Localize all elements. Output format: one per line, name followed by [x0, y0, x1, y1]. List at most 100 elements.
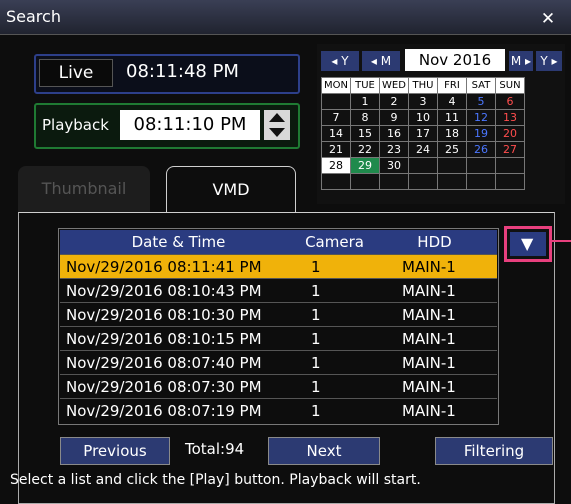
weekday-header: FRI — [437, 77, 467, 94]
calendar-day — [466, 157, 496, 174]
calendar-day[interactable]: 20 — [495, 125, 525, 142]
calendar-day[interactable]: 24 — [408, 141, 438, 158]
playback-time-stepper[interactable] — [264, 110, 290, 140]
table-row[interactable]: Nov/29/2016 08:07:19 PM 1 MAIN-1 — [60, 398, 497, 422]
calendar-day[interactable]: 30 — [379, 157, 409, 174]
calendar-day[interactable]: 7 — [321, 109, 351, 126]
calendar-day — [350, 173, 380, 190]
table-row[interactable]: Nov/29/2016 08:07:40 PM 1 MAIN-1 — [60, 350, 497, 375]
calendar-day — [321, 173, 351, 190]
calendar-day[interactable]: 14 — [321, 125, 351, 142]
calendar-day[interactable]: 9 — [379, 109, 409, 126]
close-icon[interactable]: ✕ — [538, 10, 558, 28]
calendar-day[interactable]: 18 — [437, 125, 467, 142]
next-year-button[interactable]: Y ▸ — [536, 51, 562, 71]
calendar-day — [466, 173, 496, 190]
calendar-day — [437, 157, 467, 174]
calendar-day[interactable]: 28 — [321, 157, 351, 174]
cell-camera: 1 — [297, 350, 372, 375]
tab-vmd[interactable]: VMD — [166, 166, 296, 213]
calendar-day[interactable]: 8 — [350, 109, 380, 126]
table-row[interactable]: Nov/29/2016 08:10:15 PM 1 MAIN-1 — [60, 326, 497, 351]
cell-camera: 1 — [297, 254, 372, 279]
calendar-day[interactable]: 13 — [495, 109, 525, 126]
event-list: Date & Time Camera HDD Nov/29/2016 08:11… — [60, 230, 497, 422]
cell-hdd: MAIN-1 — [372, 326, 497, 351]
weekday-header: SAT — [466, 77, 496, 94]
calendar-day — [495, 157, 525, 174]
chevron-down-icon: ▼ — [521, 234, 534, 253]
prev-month-button[interactable]: ◂ M — [362, 51, 400, 71]
calendar-day[interactable]: 16 — [379, 125, 409, 142]
weekday-header: TUE — [350, 77, 380, 94]
calendar-day[interactable]: 19 — [466, 125, 496, 142]
calendar-day — [408, 173, 438, 190]
calendar-day[interactable]: 6 — [495, 93, 525, 110]
calendar-day[interactable]: 15 — [350, 125, 380, 142]
previous-button[interactable]: Previous — [60, 437, 170, 465]
cell-hdd: MAIN-1 — [372, 302, 497, 327]
stepper-up-icon[interactable] — [269, 113, 285, 122]
cell-date-time: Nov/29/2016 08:10:30 PM — [60, 302, 297, 327]
live-button[interactable]: Live — [39, 59, 113, 87]
calendar: ◂ Y ◂ M Nov 2016 M ▸ Y ▸ MON TUE WED THU FRI… — [317, 44, 565, 204]
list-dropdown-button[interactable]: ▼ — [504, 226, 552, 262]
filtering-button[interactable]: Filtering — [435, 437, 553, 465]
calendar-day[interactable]: 5 — [466, 93, 496, 110]
table-row[interactable]: Nov/29/2016 08:07:30 PM 1 MAIN-1 — [60, 374, 497, 399]
calendar-day — [437, 173, 467, 190]
weekday-header: WED — [379, 77, 409, 94]
search-window: Search ✕ Live 08:11:48 PM Playback 08:11… — [0, 0, 571, 504]
calendar-day[interactable]: 21 — [321, 141, 351, 158]
playback-panel: Playback 08:11:10 PM — [34, 103, 300, 149]
hint-text: Select a list and click the [Play] butto… — [10, 472, 421, 488]
calendar-day[interactable]: 26 — [466, 141, 496, 158]
next-month-button[interactable]: M ▸ — [509, 51, 533, 71]
window-title: Search — [6, 7, 61, 26]
prev-year-button[interactable]: ◂ Y — [321, 51, 359, 71]
cell-camera: 1 — [297, 398, 372, 422]
calendar-day[interactable]: 17 — [408, 125, 438, 142]
calendar-grid: MON TUE WED THU FRI SAT SUN 1 2 3 4 5 6 7 8 9 10 11 12 13 14… — [321, 77, 525, 190]
column-header-date-time[interactable]: Date & Time — [60, 230, 297, 255]
tab-thumbnail[interactable]: Thumbnail — [18, 166, 150, 212]
column-header-hdd[interactable]: HDD — [372, 230, 497, 255]
playback-button[interactable]: Playback — [42, 116, 109, 134]
calendar-day[interactable]: 4 — [437, 93, 467, 110]
calendar-day[interactable]: 22 — [350, 141, 380, 158]
weekday-header: SUN — [495, 77, 525, 94]
table-row[interactable]: Nov/29/2016 08:11:41 PM 1 MAIN-1 — [60, 254, 497, 279]
calendar-day[interactable]: 12 — [466, 109, 496, 126]
weekday-header: MON — [321, 77, 351, 94]
table-row[interactable]: Nov/29/2016 08:10:43 PM 1 MAIN-1 — [60, 278, 497, 303]
stepper-down-icon[interactable] — [269, 128, 285, 137]
calendar-day[interactable]: 23 — [379, 141, 409, 158]
calendar-day[interactable]: 29 — [350, 157, 380, 174]
dropdown-face[interactable]: ▼ — [510, 232, 546, 256]
calendar-day[interactable]: 3 — [408, 93, 438, 110]
live-time: 08:11:48 PM — [126, 61, 239, 82]
calendar-day[interactable]: 11 — [437, 109, 467, 126]
calendar-day[interactable]: 1 — [350, 93, 380, 110]
playback-time-input[interactable]: 08:11:10 PM — [120, 110, 260, 140]
column-header-camera[interactable]: Camera — [297, 230, 372, 255]
live-panel: Live 08:11:48 PM — [34, 54, 300, 94]
cell-hdd: MAIN-1 — [372, 374, 497, 399]
calendar-day[interactable]: 2 — [379, 93, 409, 110]
calendar-day[interactable]: 10 — [408, 109, 438, 126]
cell-camera: 1 — [297, 302, 372, 327]
cell-date-time: Nov/29/2016 08:10:15 PM — [60, 326, 297, 351]
table-row[interactable]: Nov/29/2016 08:10:30 PM 1 MAIN-1 — [60, 302, 497, 327]
cell-hdd: MAIN-1 — [372, 398, 497, 422]
calendar-day[interactable]: 25 — [437, 141, 467, 158]
cell-camera: 1 — [297, 374, 372, 399]
cell-hdd: MAIN-1 — [372, 350, 497, 375]
cell-camera: 1 — [297, 278, 372, 303]
cell-hdd: MAIN-1 — [372, 278, 497, 303]
calendar-day[interactable]: 27 — [495, 141, 525, 158]
cell-camera: 1 — [297, 326, 372, 351]
cell-date-time: Nov/29/2016 08:07:40 PM — [60, 350, 297, 375]
total-count: Total:94 — [185, 440, 245, 458]
cell-date-time: Nov/29/2016 08:11:41 PM — [60, 254, 297, 279]
next-button[interactable]: Next — [268, 437, 380, 465]
